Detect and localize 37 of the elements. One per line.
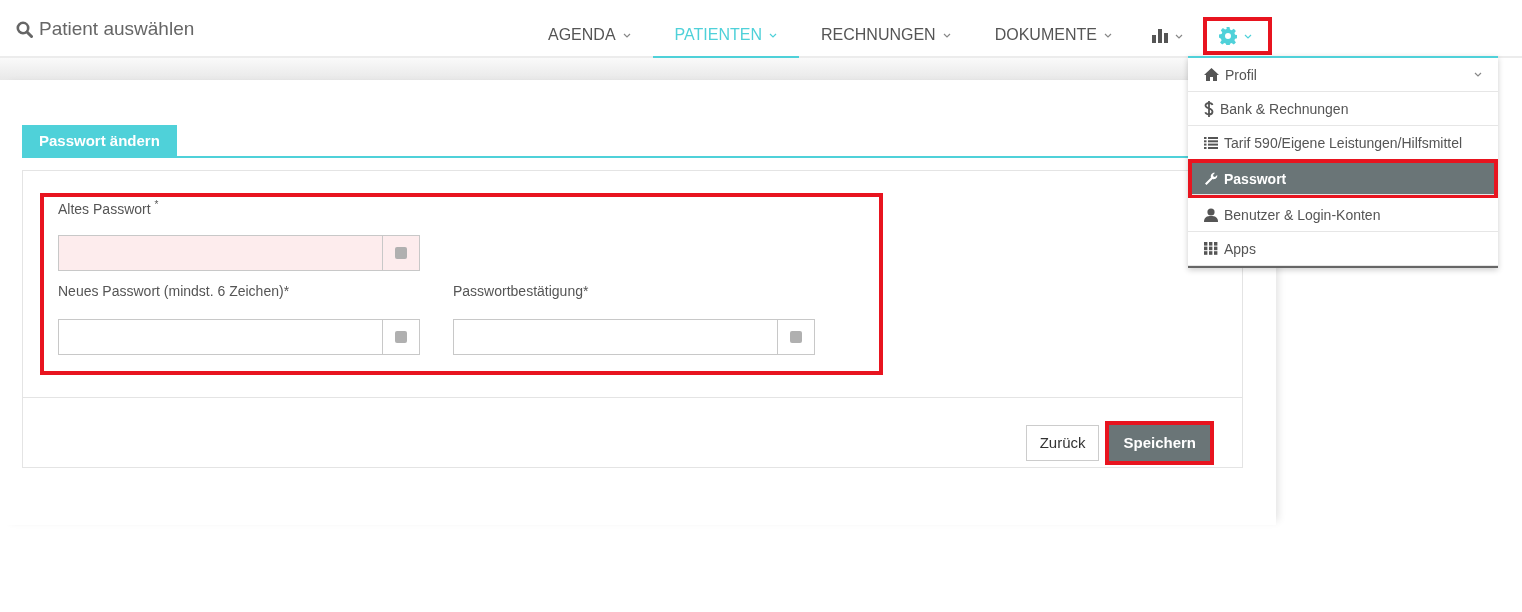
menu-item[interactable]: Tarif 590/Eigene Leistungen/Hilfsmittel <box>1188 126 1498 160</box>
nav-tab[interactable]: DOKUMENTE <box>972 0 1134 58</box>
menu-item[interactable]: Benutzer & Login-Konten <box>1188 198 1498 232</box>
caret-icon <box>1103 32 1112 38</box>
square-icon <box>790 331 802 343</box>
home-icon <box>1204 68 1219 81</box>
back-button[interactable]: Zurück <box>1025 424 1100 461</box>
bar-chart-icon <box>1151 29 1168 43</box>
menu-item[interactable]: Passwort <box>1192 163 1494 195</box>
user-icon <box>1204 207 1218 222</box>
menu-item[interactable]: Profil <box>1188 58 1498 92</box>
password-field[interactable] <box>58 319 420 355</box>
caret-icon <box>1474 72 1482 77</box>
nav-tab[interactable]: AGENDA <box>526 0 653 58</box>
list-icon <box>1204 136 1218 149</box>
menu-item[interactable]: Bank & Rechnungen <box>1188 92 1498 126</box>
field-label: Passwortbestätigung* <box>453 283 590 301</box>
field-label: Neues Passwort (mindst. 6 Zeichen)* <box>58 283 291 301</box>
caret-icon <box>769 32 777 38</box>
search-icon <box>16 20 33 38</box>
caret-icon <box>1243 33 1252 39</box>
dollar-icon <box>1204 100 1214 117</box>
save-button[interactable]: Speichern <box>1109 424 1210 461</box>
wrench-icon <box>1204 171 1218 186</box>
patient-search-link[interactable]: Patient auswählen <box>39 18 195 40</box>
square-icon <box>395 331 407 343</box>
caret-icon <box>1174 33 1183 39</box>
caret-icon <box>622 32 631 38</box>
square-icon <box>395 247 407 259</box>
caret-icon <box>942 32 951 38</box>
settings-icon <box>1218 27 1237 45</box>
field-label: Altes Passwort $^{*}$ <box>58 199 160 219</box>
password-field[interactable] <box>453 319 815 355</box>
grid-icon <box>1204 242 1218 255</box>
password-field[interactable] <box>58 235 420 271</box>
menu-item[interactable]: Apps <box>1188 232 1498 266</box>
nav-tab[interactable]: RECHNUNGEN <box>799 0 973 58</box>
